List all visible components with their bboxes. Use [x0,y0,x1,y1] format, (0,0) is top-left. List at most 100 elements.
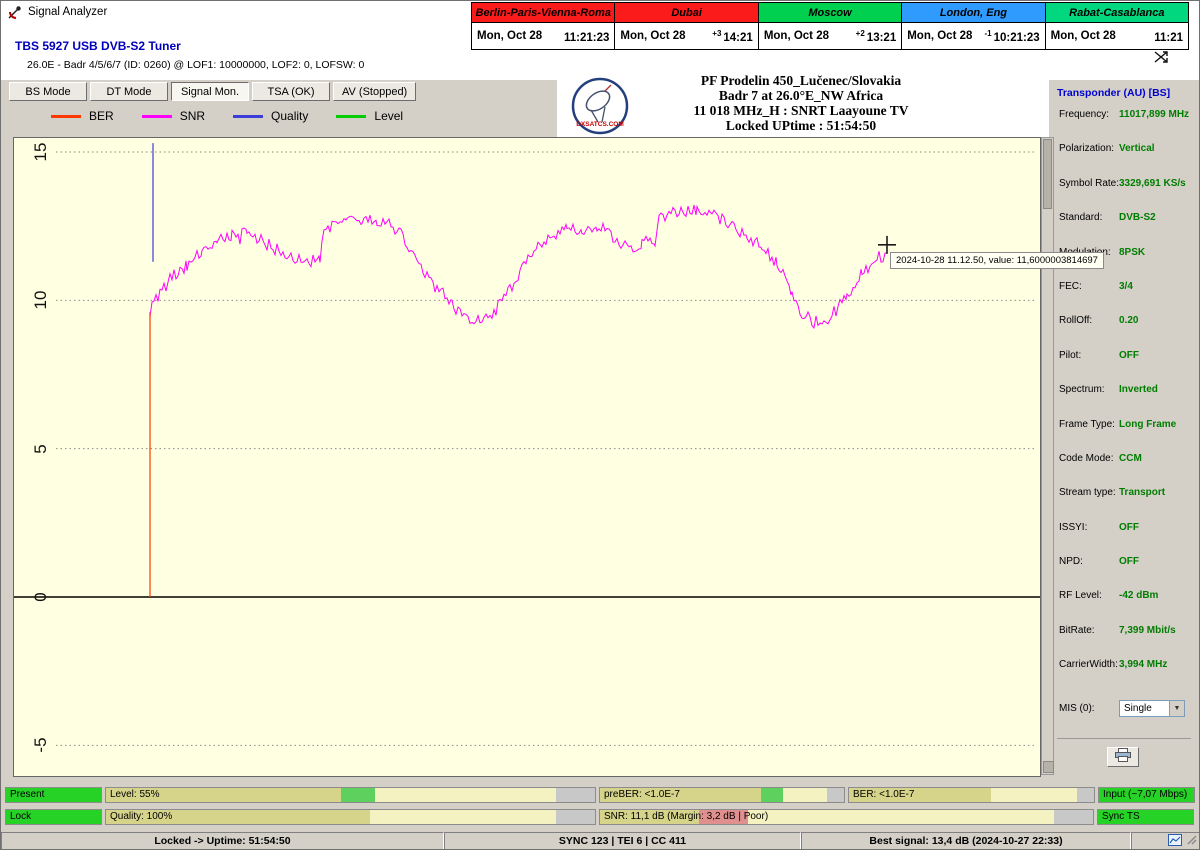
clock-datetime: Mon, Oct 28 11:21 [1046,23,1188,49]
printer-icon [1115,748,1131,765]
meter-segment [1054,810,1093,824]
meter-present: Present [5,787,102,803]
tuner-config: 26.0E - Badr 4/5/6/7 (ID: 0260) @ LOF1: … [27,59,364,71]
meter-segment [783,788,827,802]
param-frame-type: Frame Type:Long Frame [1053,419,1197,453]
clock-date: Mon, Oct 28 [477,30,542,42]
param-label: RF Level: [1059,590,1102,601]
param-value: 11017,899 MHz [1119,109,1189,120]
param-value: 3,994 MHz [1119,659,1167,670]
meter-preber: preBER: <1.0E-7 [599,787,845,803]
param-polarization: Polarization:Vertical [1053,143,1197,177]
signal-analyzer-window: Signal Analyzer Berlin-Paris-Vienna-Roma… [0,0,1200,850]
meter-label: Input (~7,07 Mbps) [1103,788,1187,802]
meter-ber: BER: <1.0E-7 [848,787,1095,803]
dxsatcs-logo: DXSATCS.COM [571,77,629,135]
clock-berlin-paris-vienna-roma: Berlin-Paris-Vienna-Roma Mon, Oct 28 11:… [472,3,614,49]
mis-selected-value: Single [1120,703,1152,714]
legend-swatch [233,115,263,118]
param-value: OFF [1119,522,1139,533]
param-label: BitRate: [1059,625,1095,636]
transponder-title: Transponder (AU) [1057,87,1146,99]
tab-bs-mode[interactable]: BS Mode [9,82,87,101]
param-value: 3329,691 KS/s [1119,178,1186,189]
tab-av-stopped[interactable]: AV (Stopped) [333,82,416,101]
clock-rabat-casablanca: Rabat-Casablanca Mon, Oct 28 11:21 [1045,3,1188,49]
transponder-panel-title: Transponder (AU) [BS] [1053,81,1197,99]
meter-label: Level: 55% [110,788,159,802]
resize-grip[interactable] [1186,834,1198,849]
param-value: CCM [1119,453,1142,464]
param-stream-type: Stream type:Transport [1053,487,1197,521]
legend-item-ber: BER [51,109,114,123]
param-label: Frequency: [1059,109,1109,120]
param-label: Pilot: [1059,350,1081,361]
chart-legend: BERSNRQualityLevel [51,109,403,123]
param-value: -42 dBm [1119,590,1158,601]
legend-label: Level [374,109,403,123]
clock-london-eng: London, Eng Mon, Oct 28 -110:21:23 [901,3,1044,49]
meter-level: Level: 55% [105,787,596,803]
status-uptime: Locked -> Uptime: 51:54:50 [1,832,444,850]
chart-plot [14,138,1040,776]
param-value: Inverted [1119,384,1158,395]
meter-row-1: Present Level: 55% preBER: <1.0E-7 BER: <1.… [5,787,1195,803]
tab-tsa-ok[interactable]: TSA (OK) [252,82,330,101]
signal-chart[interactable]: 151050-5 [13,137,1041,777]
meter-segment [556,810,595,824]
tab-signal-mon[interactable]: Signal Mon. [171,82,249,101]
status-best-signal: Best signal: 13,4 dB (2024-10-27 22:33) [801,832,1131,850]
param-label: NPD: [1059,556,1083,567]
meter-lock: Lock [5,809,102,825]
station-line-frequency: 11 018 MHz_H : SNRT Laayoune TV [599,103,1003,118]
param-pilot: Pilot:OFF [1053,350,1197,384]
meter-segment [991,788,1077,802]
scrollbar-thumb[interactable] [1043,139,1052,209]
param-value: 8PSK [1119,247,1145,258]
tab-dt-mode[interactable]: DT Mode [90,82,168,101]
param-label: Code Mode: [1059,453,1113,464]
param-label: FEC: [1059,281,1082,292]
meter-label: preBER: <1.0E-7 [604,788,680,802]
clock-date: Mon, Oct 28 [764,30,829,42]
clock-utc-offset: -1 [984,29,991,38]
transponder-rows: Frequency: 11017,899 MHz Polarization:Vert… [1053,109,1197,694]
mini-chart-icon[interactable] [1168,834,1182,849]
station-line-antenna: PF Prodelin 450_Lučenec/Slovakia [599,73,1003,88]
legend-swatch [142,115,172,118]
clock-date: Mon, Oct 28 [907,30,972,42]
print-button[interactable] [1107,747,1139,767]
param-label: Polarization: [1059,143,1114,154]
param-label: Stream type: [1059,487,1116,498]
param-fec: FEC:3/4 [1053,281,1197,315]
meter-label: Lock [10,810,31,824]
clock-datetime: Mon, Oct 28 -110:21:23 [902,23,1044,49]
panel-separator [1057,738,1191,739]
meter-row-2: Lock Quality: 100% SNR: 11,1 dB (Margin: 3… [5,809,1194,825]
meter-snr: SNR: 11,1 dB (Margin: 3,2 dB | Poor) [599,809,1094,825]
mis-row: MIS (0): Single ▼ [1053,700,1197,720]
meter-sync-ts: Sync TS [1097,809,1194,825]
param-value: OFF [1119,556,1139,567]
clock-city: Berlin-Paris-Vienna-Roma [472,3,614,23]
world-clocks-table: Berlin-Paris-Vienna-Roma Mon, Oct 28 11:… [471,2,1189,50]
mis-label: MIS (0): [1059,703,1095,714]
transponder-panel: Transponder (AU) [BS] Frequency: 11017,89… [1053,81,1197,781]
meter-segment [556,788,595,802]
mode-tabs: BS ModeDT ModeSignal Mon.TSA (OK)AV (Sto… [9,82,419,101]
meter-segment [341,788,375,802]
meter-segment [827,788,844,802]
param-label: Frame Type: [1059,419,1115,430]
clock-swap-icon[interactable] [1153,50,1171,69]
param-label: Standard: [1059,212,1102,223]
meter-label: Sync TS [1102,810,1140,824]
meter-label: Quality: 100% [110,810,172,824]
param-value: Transport [1119,487,1165,498]
chevron-down-icon[interactable]: ▼ [1169,701,1184,716]
legend-swatch [336,115,366,118]
clock-datetime: Mon, Oct 28 +213:21 [759,23,901,49]
clock-datetime: Mon, Oct 28 11:21:23 [472,23,614,49]
meter-label: SNR: 11,1 dB (Margin: 3,2 dB | Poor) [604,810,768,824]
window-title: Signal Analyzer [28,6,107,18]
mis-dropdown[interactable]: Single ▼ [1119,700,1185,717]
